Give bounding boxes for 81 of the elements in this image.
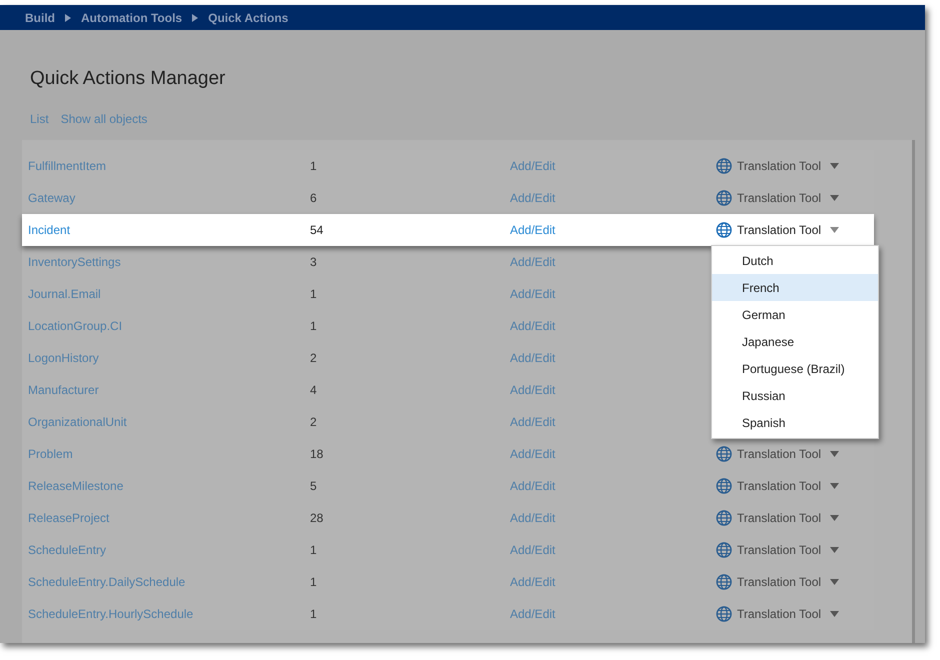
count-cell-text: 28 [310, 511, 324, 525]
breadcrumb-link[interactable]: Quick Actions [208, 10, 288, 24]
add-edit-link[interactable]: Add/Edit [510, 223, 716, 237]
caret-icon [830, 227, 840, 233]
object-link[interactable]: Incident [28, 223, 310, 237]
translation-tool-dropdown[interactable]: Translation Tool [716, 510, 840, 526]
language-option[interactable]: French [712, 274, 878, 301]
caret-icon [830, 579, 840, 585]
count-cell-text: 1 [310, 287, 318, 301]
breadcrumb-link[interactable]: Automation Tools [81, 10, 182, 24]
object-link[interactable]: Journal.Email [28, 287, 310, 301]
add-edit-link[interactable]: Add/Edit [510, 575, 716, 589]
object-link[interactable]: ScheduleEntry.HourlySchedule [28, 607, 310, 621]
count-cell-text: 1 [310, 575, 318, 589]
translation-tool-dropdown[interactable]: Translation Tool [716, 606, 840, 622]
language-option[interactable]: Dutch [712, 247, 878, 274]
count-cell-text: 1 [310, 319, 318, 333]
globe-icon [716, 606, 732, 622]
object-link[interactable]: ReleaseMilestone [28, 479, 310, 493]
count-cell-text: 54 [310, 223, 324, 237]
view-link[interactable]: List [30, 112, 49, 126]
translation-tool-dropdown[interactable]: Translation Tool [716, 542, 840, 558]
add-edit-link[interactable]: Add/Edit [510, 543, 716, 557]
language-option[interactable]: Spanish [712, 409, 878, 436]
object-link[interactable]: LogonHistory [28, 351, 310, 365]
count-cell-text: 1 [310, 607, 318, 621]
translation-tool-dropdown[interactable]: Translation Tool [716, 222, 840, 238]
language-option[interactable]: Japanese [712, 328, 878, 355]
caret-icon [192, 14, 198, 22]
globe-icon [716, 222, 732, 238]
object-link[interactable]: FulfillmentItem [28, 159, 310, 173]
translation-tool-dropdown[interactable]: Translation Tool [716, 158, 840, 174]
caret-icon [830, 163, 840, 169]
globe-icon [716, 574, 732, 590]
breadcrumb-link[interactable]: Build [25, 10, 55, 24]
count-cell-text: 4 [310, 383, 318, 397]
object-link[interactable]: ScheduleEntry.DailySchedule [28, 575, 310, 589]
translation-tool-dropdown[interactable]: Translation Tool [716, 190, 840, 206]
add-edit-link[interactable]: Add/Edit [510, 511, 716, 525]
caret-icon [830, 547, 840, 553]
object-link[interactable]: ReleaseProject [28, 511, 310, 525]
translation-tool-dropdown[interactable]: Translation Tool [716, 446, 840, 462]
count-cell-text: 3 [310, 255, 318, 269]
globe-icon [716, 158, 732, 174]
add-edit-link[interactable]: Add/Edit [510, 159, 716, 173]
globe-icon [716, 190, 732, 206]
object-link[interactable]: Problem [28, 447, 310, 461]
caret-icon [830, 515, 840, 521]
object-link[interactable]: Manufacturer [28, 383, 310, 397]
language-option[interactable]: Russian [712, 382, 878, 409]
translation-tool-dropdown[interactable]: Translation Tool [716, 574, 840, 590]
object-link[interactable]: LocationGroup.CI [28, 319, 310, 333]
caret-icon [830, 483, 840, 489]
globe-icon [716, 542, 732, 558]
count-cell-text: 2 [310, 351, 318, 365]
page-title: Quick Actions Manager [30, 68, 226, 90]
object-link[interactable]: Gateway [28, 191, 310, 205]
language-option[interactable]: German [712, 301, 878, 328]
caret-icon [830, 451, 840, 457]
count-cell-text: 1 [310, 543, 318, 557]
count-cell-text: 1 [310, 159, 318, 173]
view-link[interactable]: Show all objects [60, 112, 148, 126]
count-cell-text: 6 [310, 191, 318, 205]
translation-tool-dropdown[interactable]: Translation Tool [716, 478, 840, 494]
object-link[interactable]: ScheduleEntry [28, 543, 310, 557]
globe-icon [716, 478, 732, 494]
caret-icon [65, 14, 71, 22]
count-cell-text: 18 [310, 447, 324, 461]
object-link[interactable]: OrganizationalUnit [28, 415, 310, 429]
add-edit-link[interactable]: Add/Edit [510, 607, 716, 621]
globe-icon [716, 446, 732, 462]
caret-icon [830, 611, 840, 617]
add-edit-link[interactable]: Add/Edit [510, 191, 716, 205]
add-edit-link[interactable]: Add/Edit [510, 479, 716, 493]
count-cell-text: 2 [310, 415, 318, 429]
globe-icon [716, 510, 732, 526]
count-cell-text: 5 [310, 479, 318, 493]
language-option[interactable]: Portuguese (Brazil) [712, 355, 878, 382]
add-edit-link[interactable]: Add/Edit [510, 447, 716, 461]
caret-icon [830, 195, 840, 201]
object-link[interactable]: InventorySettings [28, 255, 310, 269]
